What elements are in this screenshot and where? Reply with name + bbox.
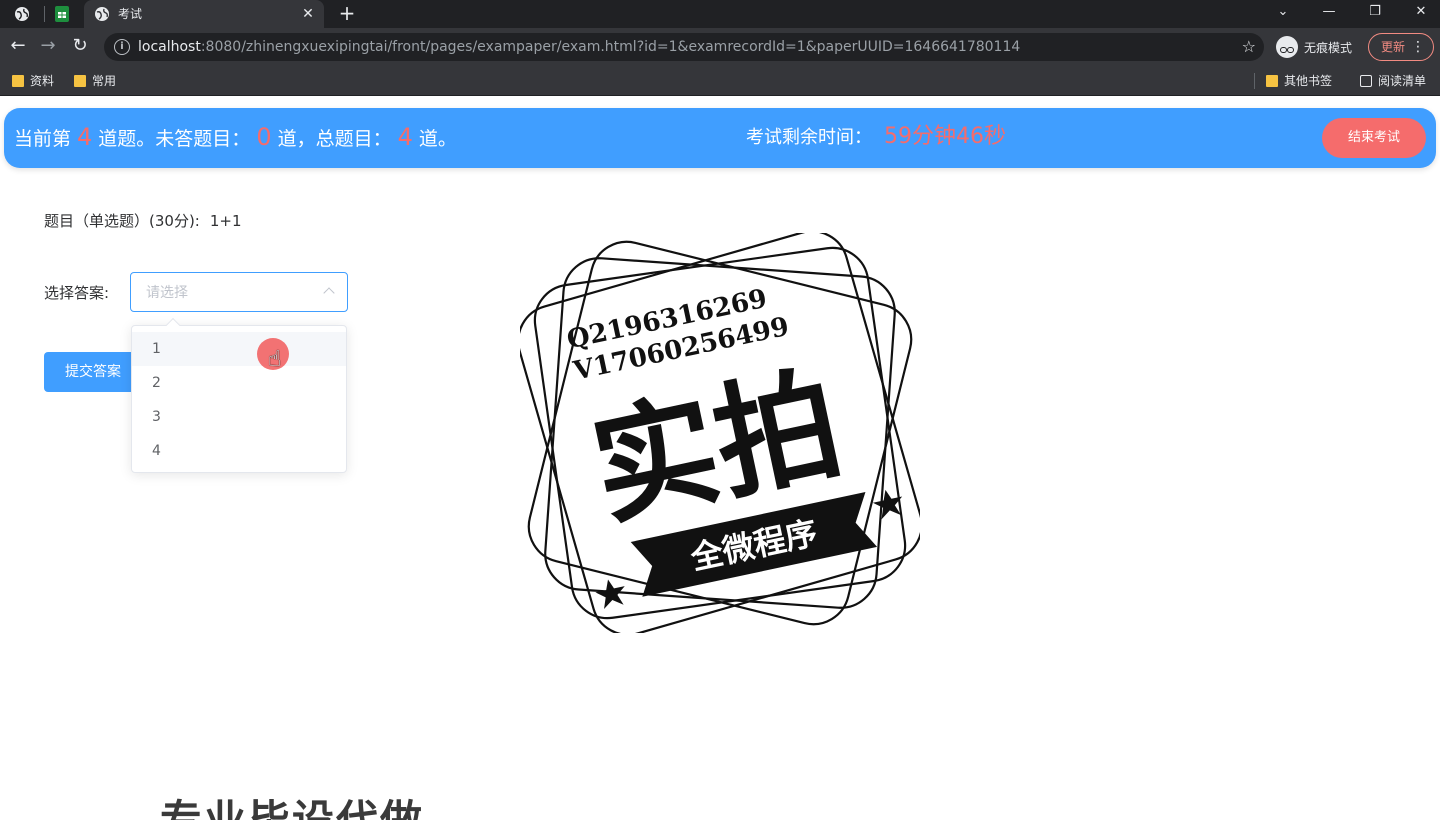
select-placeholder: 请选择	[146, 285, 188, 301]
tab-globe-icon	[92, 4, 112, 24]
bookmark-divider	[1254, 73, 1255, 89]
progress-text: 道。	[418, 128, 457, 150]
bookmark-label: 资料	[30, 74, 55, 88]
option-item[interactable]: 1	[132, 332, 346, 366]
current-question-number: 4	[77, 123, 93, 151]
progress-text: 道题。未答题目：	[98, 128, 251, 150]
minimize-icon[interactable]: —	[1306, 0, 1352, 28]
bookmark-label: 其他书签	[1284, 74, 1333, 88]
watermark-bottom-text: 专业毕设代做	[160, 787, 424, 820]
reading-list[interactable]: 阅读清单	[1360, 73, 1426, 89]
answer-label: 选择答案:	[44, 284, 110, 302]
restore-icon[interactable]: ❐	[1352, 0, 1398, 28]
hand-cursor-icon: ☝	[268, 347, 282, 372]
other-bookmarks[interactable]: 其他书签	[1266, 73, 1332, 89]
chevron-down-icon[interactable]: ⌄	[1260, 0, 1306, 28]
bookmark-folder-1[interactable]: 资料	[12, 73, 54, 89]
option-item[interactable]: 3	[132, 400, 346, 434]
dropdown-caret	[165, 317, 181, 333]
folder-icon	[1266, 75, 1278, 87]
bookmark-folder-2[interactable]: 常用	[74, 73, 116, 89]
chevron-up-icon	[323, 287, 335, 299]
time-label: 考试剩余时间：	[746, 127, 872, 148]
progress-text: 当前第	[14, 128, 72, 150]
incognito-indicator[interactable]: 无痕模式	[1276, 35, 1352, 59]
end-exam-button[interactable]: 结束考试	[1322, 118, 1426, 158]
browser-tab-strip: 考试 ✕ + ⌄ — ❐ ✕	[0, 0, 1440, 28]
question-label: 题目（单选题）(30分):	[44, 212, 200, 230]
exam-page: 当前第 4 道题。未答题目： 0 道，总题目： 4 道。 考试剩余时间： 59分钟46秒 结束…	[0, 97, 1440, 820]
question-content: 1+1	[209, 212, 242, 230]
window-close-icon[interactable]: ✕	[1398, 0, 1440, 28]
incognito-icon	[1276, 36, 1298, 58]
tab-divider	[44, 6, 45, 22]
bookmark-star-icon[interactable]: ☆	[1242, 36, 1256, 58]
update-label: 更新	[1381, 40, 1406, 54]
option-item[interactable]: 2	[132, 366, 346, 400]
watermark-stamp: Q2196316269 V17060256499 实拍 全微程序	[520, 233, 920, 633]
tab-title: 考试	[118, 7, 143, 21]
bookmark-label: 阅读清单	[1378, 74, 1427, 88]
close-icon[interactable]: ✕	[298, 4, 318, 24]
browser-toolbar: ← → ↻ i localhost:8080/zhinengxuexipingt…	[0, 28, 1440, 66]
folder-icon	[74, 75, 86, 87]
forward-arrow-icon[interactable]: →	[38, 36, 58, 56]
progress-summary: 当前第 4 道题。未答题目： 0 道，总题目： 4 道。	[14, 120, 457, 156]
unanswered-count: 0	[256, 123, 272, 151]
time-value: 59分钟46秒	[884, 124, 1006, 149]
new-tab-icon[interactable]: +	[336, 2, 358, 24]
progress-text: 道，总题目：	[277, 128, 392, 150]
bookmark-label: 常用	[92, 74, 117, 88]
reload-icon[interactable]: ↻	[70, 36, 90, 56]
back-arrow-icon[interactable]: ←	[8, 36, 28, 56]
exam-status-bar: 当前第 4 道题。未答题目： 0 道，总题目： 4 道。 考试剩余时间： 59分钟46秒 结束…	[4, 108, 1436, 168]
address-bar[interactable]: i localhost:8080/zhinengxuexipingtai/fro…	[104, 33, 1264, 61]
total-count: 4	[397, 123, 413, 151]
remaining-time: 考试剩余时间： 59分钟46秒	[746, 120, 1006, 155]
globe-icon[interactable]	[12, 4, 32, 24]
update-button[interactable]: 更新 ⋮	[1368, 33, 1434, 61]
option-item[interactable]: 4	[132, 434, 346, 468]
answer-dropdown: 1 2 3 4	[131, 317, 347, 473]
sheets-icon[interactable]	[52, 4, 72, 24]
submit-answer-button[interactable]: 提交答案	[44, 352, 144, 392]
reading-list-icon	[1360, 75, 1372, 87]
bookmarks-bar: 资料 常用 其他书签 阅读清单	[0, 66, 1440, 96]
info-icon[interactable]: i	[114, 39, 130, 55]
incognito-label: 无痕模式	[1304, 40, 1353, 55]
answer-select[interactable]: 请选择	[130, 272, 348, 312]
question-line: 题目（单选题）(30分): 1+1	[44, 211, 242, 231]
url-text[interactable]: localhost:8080/zhinengxuexipingtai/front…	[138, 38, 1020, 56]
more-menu-icon[interactable]: ⋮	[1411, 34, 1425, 60]
folder-icon	[12, 75, 24, 87]
